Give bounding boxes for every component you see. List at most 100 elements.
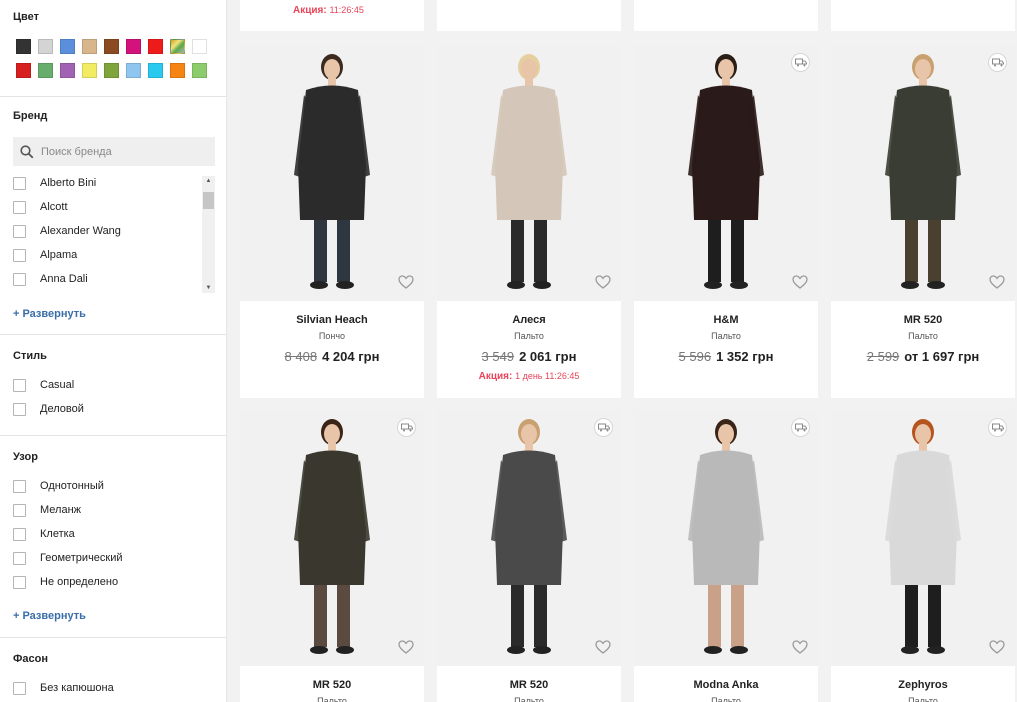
product-photo[interactable] [240, 410, 424, 666]
brand-option[interactable]: Alberto Bini [13, 171, 215, 195]
pattern-expand-link[interactable]: + Развернуть [13, 610, 86, 622]
checkbox[interactable] [13, 479, 26, 493]
color-swatch[interactable] [148, 63, 163, 78]
product-price: 8 408 4 204 грн [240, 349, 424, 364]
color-swatch[interactable] [16, 63, 31, 78]
color-swatch[interactable] [192, 39, 207, 54]
brand-option[interactable]: Alcott [13, 195, 215, 219]
scroll-down-icon[interactable]: ▼ [202, 283, 215, 293]
checkbox[interactable] [13, 402, 26, 416]
color-swatch[interactable] [38, 63, 53, 78]
checkbox[interactable] [13, 503, 26, 517]
product-card[interactable]: Zephyros Пальто [831, 410, 1015, 702]
scroll-thumb[interactable] [203, 192, 214, 209]
scroll-up-icon[interactable]: ▲ [202, 176, 215, 186]
brand-option[interactable]: Anna Dali [13, 267, 215, 291]
checkbox[interactable] [13, 176, 26, 190]
cut-option[interactable]: Без капюшона [13, 676, 226, 700]
product-card-partial[interactable] [634, 0, 818, 31]
favorite-heart-icon[interactable] [398, 275, 414, 294]
search-icon [20, 144, 34, 158]
product-card[interactable]: Modna Anka Пальто [634, 410, 818, 702]
pattern-option-label: Меланж [40, 504, 82, 516]
checkbox[interactable] [13, 224, 26, 238]
favorite-heart-icon[interactable] [989, 275, 1005, 294]
color-swatch[interactable] [60, 39, 75, 54]
pattern-option[interactable]: Меланж [13, 498, 226, 522]
product-photo[interactable] [634, 410, 818, 666]
product-name[interactable]: H&M [634, 314, 818, 326]
product-photo[interactable] [634, 45, 818, 301]
color-swatch[interactable] [126, 39, 141, 54]
product-card[interactable]: MR 520 Пальто [437, 410, 621, 702]
color-swatch[interactable] [16, 39, 31, 54]
product-photo[interactable] [831, 45, 1015, 301]
checkbox[interactable] [13, 575, 26, 589]
color-swatch[interactable] [170, 63, 185, 78]
brand-option[interactable]: Alpama [13, 243, 215, 267]
favorite-heart-icon[interactable] [398, 640, 414, 659]
current-price: 2 061 грн [519, 349, 577, 364]
product-name[interactable]: Modna Anka [634, 679, 818, 691]
product-name[interactable]: Алеся [437, 314, 621, 326]
pattern-option[interactable]: Однотонный [13, 474, 226, 498]
checkbox[interactable] [13, 378, 26, 392]
current-price: 4 204 грн [322, 349, 380, 364]
product-name[interactable]: Silvian Heach [240, 314, 424, 326]
checkbox[interactable] [13, 551, 26, 565]
checkbox[interactable] [13, 527, 26, 541]
product-card[interactable]: MR 520 Пальто 2 599 от 1 697 грн [831, 45, 1015, 398]
product-card[interactable]: H&M Пальто 5 596 1 352 грн [634, 45, 818, 398]
pattern-option[interactable]: Геометрический [13, 546, 226, 570]
color-swatch[interactable] [104, 39, 119, 54]
product-name[interactable]: Zephyros [831, 679, 1015, 691]
product-type: Пальто [711, 696, 741, 702]
checkbox[interactable] [13, 200, 26, 214]
color-swatch[interactable] [148, 39, 163, 54]
product-photo[interactable] [437, 410, 621, 666]
favorite-heart-icon[interactable] [595, 640, 611, 659]
style-option[interactable]: Casual [13, 373, 226, 397]
brand-option-label: Alberto Bini [40, 177, 97, 189]
favorite-heart-icon[interactable] [792, 275, 808, 294]
product-name[interactable]: MR 520 [437, 679, 621, 691]
product-type: Пальто [514, 696, 544, 702]
product-photo[interactable] [437, 45, 621, 301]
style-option[interactable]: Деловой [13, 397, 226, 421]
style-filter: Стиль Casual Деловой [0, 335, 226, 436]
color-swatch[interactable] [192, 63, 207, 78]
product-card-partial[interactable] [831, 0, 1015, 31]
product-card-partial[interactable]: Акция: 11:26:45 [240, 0, 424, 31]
color-filter-title: Цвет [13, 11, 40, 23]
brand-option[interactable]: Alexander Wang [13, 219, 215, 243]
product-name[interactable]: MR 520 [831, 314, 1015, 326]
color-swatch[interactable] [170, 39, 185, 54]
model-figure [688, 54, 764, 289]
product-card[interactable]: Алеся Пальто 3 549 2 061 грн Акция: 1 день 1… [437, 45, 621, 398]
favorite-heart-icon[interactable] [792, 640, 808, 659]
product-card[interactable]: Silvian Heach Пончо 8 408 4 204 грн [240, 45, 424, 398]
color-swatch[interactable] [104, 63, 119, 78]
color-swatch[interactable] [82, 63, 97, 78]
pattern-option[interactable]: Клетка [13, 522, 226, 546]
product-card[interactable]: MR 520 Пальто [240, 410, 424, 702]
product-photo[interactable] [831, 410, 1015, 666]
favorite-heart-icon[interactable] [989, 640, 1005, 659]
product-type: Пальто [514, 331, 544, 341]
brand-list-scrollbar[interactable]: ▲ ▼ [202, 176, 215, 293]
favorite-heart-icon[interactable] [595, 275, 611, 294]
brand-expand-link[interactable]: + Развернуть [13, 308, 86, 320]
product-photo[interactable] [240, 45, 424, 301]
color-swatch[interactable] [126, 63, 141, 78]
color-swatch[interactable] [82, 39, 97, 54]
checkbox[interactable] [13, 248, 26, 262]
product-name[interactable]: MR 520 [240, 679, 424, 691]
pattern-option[interactable]: Не определено [13, 570, 226, 594]
brand-search-input[interactable] [41, 145, 201, 158]
checkbox[interactable] [13, 272, 26, 286]
product-card-partial[interactable] [437, 0, 621, 31]
color-swatch[interactable] [38, 39, 53, 54]
color-swatch[interactable] [60, 63, 75, 78]
old-price: 3 549 [481, 349, 515, 364]
checkbox[interactable] [13, 681, 26, 695]
